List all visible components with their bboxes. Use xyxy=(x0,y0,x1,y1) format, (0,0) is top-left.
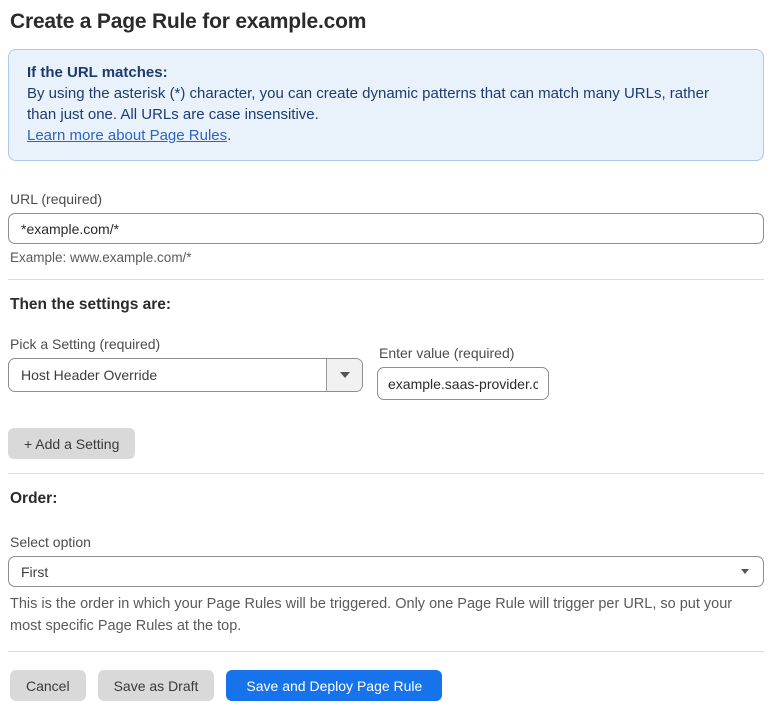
setting-row: Pick a Setting (required) Host Header Ov… xyxy=(8,336,764,400)
info-box-body: By using the asterisk (*) character, you… xyxy=(27,85,709,123)
url-example-hint: Example: www.example.com/* xyxy=(10,250,192,265)
footer-actions: Cancel Save as Draft Save and Deploy Pag… xyxy=(8,670,764,701)
url-input[interactable] xyxy=(8,213,764,244)
order-select-value: First xyxy=(21,563,49,580)
url-label: URL (required) xyxy=(10,191,103,207)
save-draft-button[interactable]: Save as Draft xyxy=(97,670,215,701)
order-help-text: This is the order in which your Page Rul… xyxy=(10,596,733,634)
save-deploy-button[interactable]: Save and Deploy Page Rule xyxy=(226,670,443,701)
caret-down-icon xyxy=(741,569,749,574)
divider xyxy=(8,473,764,474)
add-setting-button[interactable]: + Add a Setting xyxy=(8,428,136,459)
page-title: Create a Page Rule for example.com xyxy=(10,10,367,33)
cancel-button[interactable]: Cancel xyxy=(10,670,86,701)
create-page-rule-form: Create a Page Rule for example.com If th… xyxy=(0,0,772,701)
order-select-label: Select option xyxy=(10,534,91,550)
setting-value-column: Enter value (required) xyxy=(377,345,549,400)
setting-select[interactable]: Host Header Override xyxy=(8,358,363,392)
setting-value-input[interactable] xyxy=(377,367,549,400)
learn-more-link[interactable]: Learn more about Page Rules xyxy=(27,127,227,144)
setting-select-caret-button[interactable] xyxy=(326,359,362,391)
setting-value-label: Enter value (required) xyxy=(379,345,515,361)
settings-heading: Then the settings are: xyxy=(10,296,172,313)
info-box-link-line: Learn more about Page Rules. xyxy=(27,125,745,146)
info-box-heading: If the URL matches: xyxy=(27,64,168,81)
setting-select-value: Host Header Override xyxy=(21,367,158,383)
setting-picker-label: Pick a Setting (required) xyxy=(10,336,161,352)
order-heading: Order: xyxy=(10,490,58,507)
divider xyxy=(8,279,764,280)
setting-picker-column: Pick a Setting (required) Host Header Ov… xyxy=(8,336,363,392)
url-match-info-box: If the URL matches: By using the asteris… xyxy=(8,49,764,161)
order-select[interactable]: First xyxy=(8,556,764,587)
link-suffix: . xyxy=(227,127,232,144)
divider xyxy=(8,651,764,652)
caret-down-icon xyxy=(339,372,350,378)
